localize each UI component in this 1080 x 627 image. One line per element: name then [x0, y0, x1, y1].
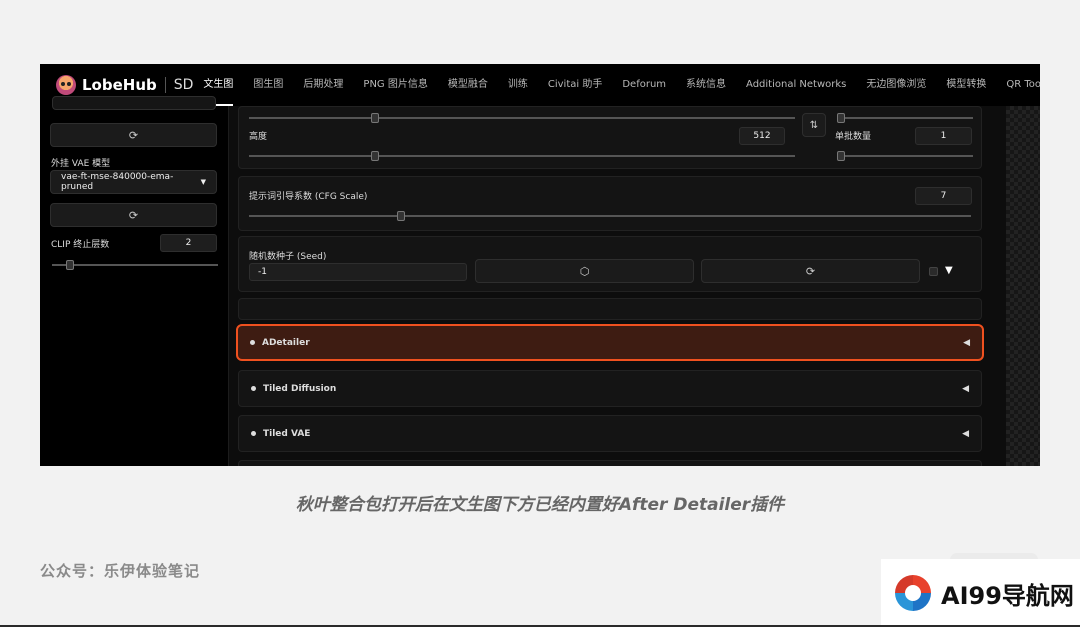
- webui-screenshot: LobeHub SD 文生图 图生图 后期处理 PNG 图片信息 模型融合 训练…: [40, 64, 1040, 466]
- ai99-logo-icon: [891, 571, 935, 615]
- tab-deforum[interactable]: Deforum: [612, 64, 676, 106]
- cfg-card: 提示词引导系数 (CFG Scale) 7: [238, 176, 982, 231]
- tab-civitai-helper[interactable]: Civitai 助手: [538, 64, 612, 106]
- tab-additional-networks[interactable]: Additional Networks: [736, 64, 856, 106]
- batch-count-slider[interactable]: [837, 113, 973, 123]
- cfg-slider-thumb[interactable]: [397, 211, 405, 221]
- accordion-label: Tiled VAE: [263, 428, 311, 439]
- dice-icon: ⬡: [579, 264, 590, 278]
- bullet-icon: [250, 340, 255, 345]
- panel-divider: [228, 106, 229, 466]
- tab-qr-toolkit[interactable]: QR Toolkit: [996, 64, 1040, 106]
- seed-label: 随机数种子 (Seed): [249, 252, 327, 262]
- clip-skip-label: CLIP 终止层数: [51, 240, 110, 250]
- seed-input[interactable]: -1: [249, 263, 467, 281]
- caret-left-icon: ◀: [962, 428, 969, 439]
- tab-train[interactable]: 训练: [498, 64, 538, 106]
- chevron-down-icon: ▼: [200, 178, 206, 186]
- height-slider-thumb[interactable]: [371, 151, 379, 161]
- tab-bar: 文生图 图生图 后期处理 PNG 图片信息 模型融合 训练 Civitai 助手…: [193, 64, 1040, 106]
- batch-count-slider-thumb[interactable]: [837, 113, 845, 123]
- width-slider-thumb[interactable]: [371, 113, 379, 123]
- refresh-vae-button[interactable]: ⟳: [50, 203, 217, 227]
- height-input[interactable]: 512: [739, 127, 785, 145]
- accordion-tiled-vae[interactable]: Tiled VAE ◀: [238, 415, 982, 452]
- accordion-label: ADetailer: [262, 337, 310, 348]
- caret-left-icon: ◀: [962, 383, 969, 394]
- swap-dimensions-button[interactable]: ⇅: [802, 113, 826, 137]
- wechat-account-label: 公众号：乐伊体验笔记: [40, 562, 201, 580]
- random-seed-button[interactable]: ⬡: [475, 259, 694, 283]
- refresh-checkpoint-button[interactable]: ⟳: [50, 123, 217, 147]
- vae-select-value: vae-ft-mse-840000-ema-pruned: [61, 172, 174, 192]
- image-caption: 秋叶整合包打开后在文生图下方已经内置好After Detailer插件: [295, 495, 785, 515]
- checkpoint-select-partial[interactable]: [52, 96, 216, 110]
- bullet-icon: [251, 431, 256, 436]
- next-accordion-partial: [238, 460, 982, 466]
- refresh-icon: ⟳: [128, 208, 139, 222]
- app-logo[interactable]: LobeHub SD: [40, 75, 193, 95]
- left-settings-panel: ⟳ 外挂 VAE 模型 vae-ft-mse-840000-ema-pruned…: [40, 96, 228, 466]
- batch-size-input[interactable]: 1: [915, 127, 972, 145]
- tab-extras[interactable]: 后期处理: [293, 64, 353, 106]
- height-label: 高度: [249, 132, 268, 142]
- cfg-slider[interactable]: [249, 211, 971, 221]
- clip-skip-slider[interactable]: [52, 260, 218, 270]
- tab-png-info[interactable]: PNG 图片信息: [353, 64, 437, 106]
- tab-infinite-image-browsing[interactable]: 无边图像浏览: [856, 64, 936, 106]
- reuse-seed-button[interactable]: ⟳: [701, 259, 920, 283]
- refresh-icon: ⟳: [128, 128, 139, 142]
- tab-system-info[interactable]: 系统信息: [676, 64, 736, 106]
- tab-img2img[interactable]: 图生图: [243, 64, 293, 106]
- width-slider[interactable]: [249, 113, 795, 123]
- cfg-label: 提示词引导系数 (CFG Scale): [249, 192, 368, 202]
- gallery-checkerboard: [1006, 106, 1040, 466]
- accordion-label: Tiled Diffusion: [263, 383, 337, 394]
- tab-checkpoint-merger[interactable]: 模型融合: [438, 64, 498, 106]
- size-card: 高度 512 ⇅ 单批数量 1: [238, 106, 982, 169]
- logo-suffix: SD: [173, 77, 194, 93]
- batch-size-slider[interactable]: [837, 151, 973, 161]
- tab-model-converter[interactable]: 模型转换: [936, 64, 996, 106]
- vae-select[interactable]: vae-ft-mse-840000-ema-pruned ▼: [50, 170, 217, 194]
- recycle-icon: ⟳: [805, 264, 816, 278]
- seed-card: 随机数种子 (Seed) -1 ⬡ ⟳ ▼: [238, 236, 982, 292]
- clip-skip-input[interactable]: 2: [160, 234, 217, 252]
- extra-seed-checkbox[interactable]: [929, 267, 938, 276]
- swap-icon: ⇅: [809, 119, 819, 131]
- caret-left-icon: ◀: [963, 337, 970, 348]
- clip-skip-slider-thumb[interactable]: [66, 260, 74, 270]
- accordion-adetailer[interactable]: ADetailer ◀: [236, 324, 984, 361]
- watermark: AI99导航网: [881, 559, 1080, 627]
- script-placeholder-card: [238, 298, 982, 320]
- logo-name: LobeHub: [82, 76, 157, 94]
- cfg-input[interactable]: 7: [915, 187, 972, 205]
- watermark-text: AI99导航网: [941, 581, 1074, 610]
- vae-label: 外挂 VAE 模型: [51, 159, 111, 169]
- accordion-tiled-diffusion[interactable]: Tiled Diffusion ◀: [238, 370, 982, 407]
- bullet-icon: [251, 386, 256, 391]
- logo-separator: [164, 77, 166, 93]
- height-slider[interactable]: [249, 151, 795, 161]
- batch-size-slider-thumb[interactable]: [837, 151, 845, 161]
- lobehub-logo-icon: [56, 75, 76, 95]
- batch-size-label: 单批数量: [835, 132, 872, 142]
- extra-seed-toggle[interactable]: ▼: [945, 265, 953, 276]
